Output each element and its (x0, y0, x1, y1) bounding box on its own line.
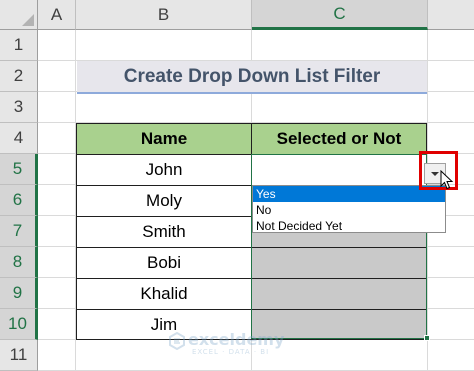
watermark: exceldemy EXCEL · DATA · BI (168, 330, 318, 358)
fill-handle[interactable] (424, 335, 430, 341)
column-header-blank[interactable] (428, 0, 474, 30)
name-cell[interactable]: Smith (76, 216, 252, 248)
row-header-1[interactable]: 1 (0, 30, 38, 61)
watermark-name: exceldemy (188, 330, 285, 349)
row-header-9[interactable]: 9 (0, 278, 38, 309)
row-header-2[interactable]: 2 (0, 61, 38, 92)
row-header-4[interactable]: 4 (0, 123, 38, 154)
row-header-3[interactable]: 3 (0, 92, 38, 123)
row-header-11[interactable]: 11 (0, 340, 38, 371)
selection-range (251, 154, 427, 339)
sheet-title[interactable]: Create Drop Down List Filter (77, 61, 427, 94)
select-all-corner[interactable] (0, 0, 38, 30)
dropdown-list[interactable]: Yes No Not Decided Yet (252, 185, 446, 233)
mouse-pointer-icon (440, 170, 454, 190)
name-cell[interactable]: Khalid (76, 278, 252, 310)
dropdown-option-yes[interactable]: Yes (253, 186, 445, 202)
dropdown-option-no[interactable]: No (253, 202, 445, 218)
table-header-name[interactable]: Name (76, 123, 252, 155)
row-header-10[interactable]: 10 (0, 309, 38, 340)
name-cell[interactable]: Bobi (76, 247, 252, 279)
dropdown-option-not-decided[interactable]: Not Decided Yet (253, 218, 445, 234)
row-header-6[interactable]: 6 (0, 185, 38, 216)
watermark-tagline: EXCEL · DATA · BI (192, 348, 270, 356)
column-header-c[interactable]: C (252, 0, 428, 30)
column-header-a[interactable]: A (38, 0, 76, 30)
table-header-selected[interactable]: Selected or Not (251, 123, 427, 155)
row-header-5[interactable]: 5 (0, 154, 38, 185)
row-header-7[interactable]: 7 (0, 216, 38, 247)
column-header-b[interactable]: B (76, 0, 252, 30)
row-header-8[interactable]: 8 (0, 247, 38, 278)
name-cell[interactable]: Moly (76, 185, 252, 217)
logo-icon (169, 332, 185, 350)
name-cell[interactable]: John (76, 154, 252, 186)
